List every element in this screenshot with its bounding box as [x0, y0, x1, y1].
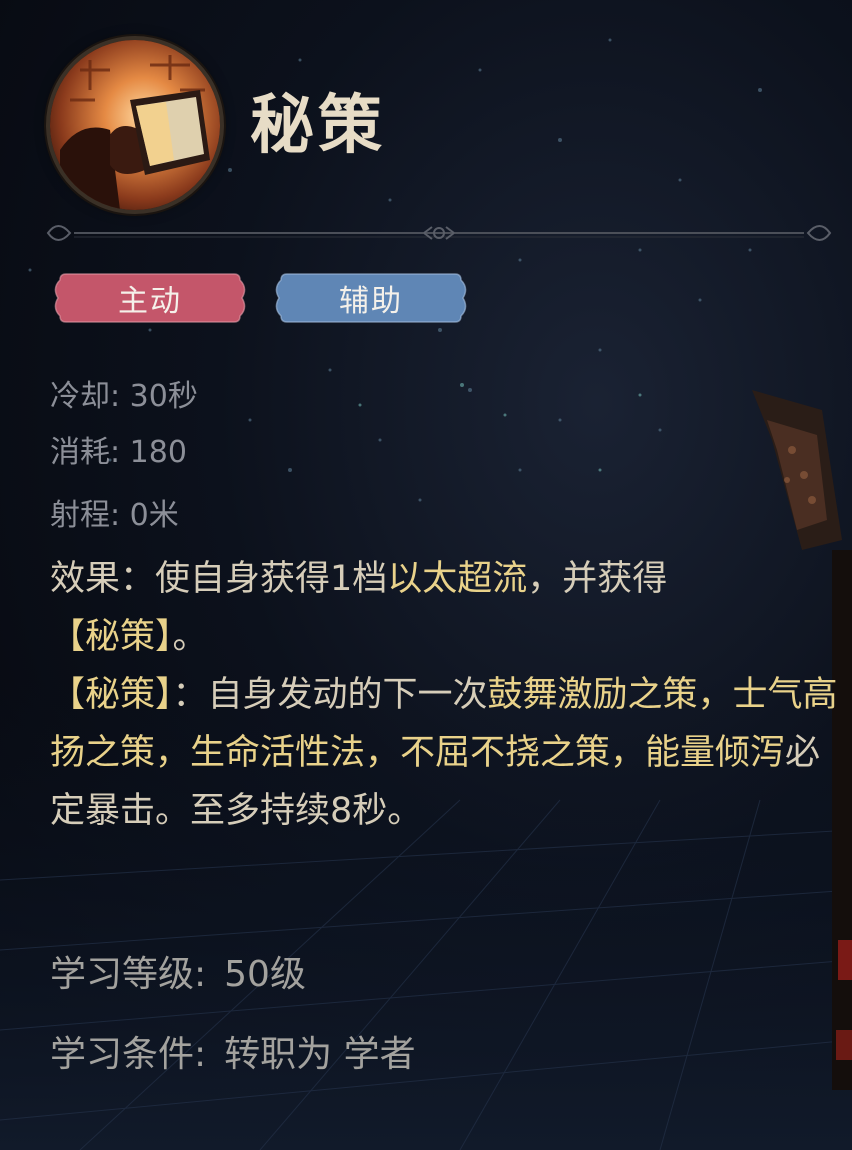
- skill-title: 秘策: [250, 89, 386, 163]
- ornamental-divider: [46, 225, 832, 241]
- tag-support: 辅助: [273, 270, 469, 326]
- learn-level: 学习等级: 50级: [50, 950, 306, 1000]
- buff-name: 【秘策】: [50, 617, 173, 657]
- tag-active-label: 主动: [118, 284, 182, 319]
- effect-paragraph: 效果：使自身获得1档以太超流，并获得【秘策】。: [50, 550, 840, 666]
- learn-condition: 学习条件: 转职为 学者: [50, 1030, 416, 1080]
- stat-range: 射程: 0米: [50, 498, 179, 533]
- effect-prefix: 效果：使自身获得1档: [50, 559, 388, 599]
- learn-level-value: 50级: [224, 954, 306, 995]
- tag-active: 主动: [52, 270, 248, 326]
- effect-suffix: ，并获得: [527, 559, 668, 599]
- detail-prefix: 自身发动的下一次: [207, 675, 488, 715]
- learn-condition-value: 转职为 学者: [224, 1034, 416, 1075]
- skill-description: 效果：使自身获得1档以太超流，并获得 【秘策】。 【秘策】：自身发动的下一次鼓舞激…: [50, 550, 840, 840]
- skill-icon: [50, 40, 220, 210]
- detail-colon: ：: [172, 675, 208, 715]
- effect-highlight: 以太超流: [387, 559, 528, 599]
- effect-end: 。: [172, 617, 208, 657]
- scroll-reading-icon: [50, 40, 220, 210]
- stat-cost: 消耗: 180: [50, 435, 187, 470]
- stat-cooldown: 冷却: 30秒: [50, 379, 198, 414]
- learn-level-label: 学习等级:: [50, 954, 207, 995]
- detail-paragraph: 【秘策】：自身发动的下一次鼓舞激励之策，士气高扬之策，生命活性法，不屈不挠之策，…: [50, 666, 840, 840]
- tag-support-label: 辅助: [339, 284, 403, 319]
- buff-name-detail: 【秘策】: [50, 675, 173, 715]
- learn-condition-label: 学习条件:: [50, 1034, 207, 1075]
